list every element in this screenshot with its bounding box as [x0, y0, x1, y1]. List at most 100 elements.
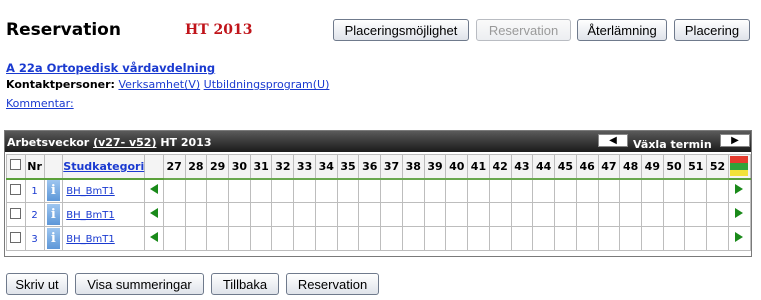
- week-cell[interactable]: [445, 178, 469, 203]
- arrow-right-icon[interactable]: [735, 232, 744, 242]
- row-nr-link[interactable]: 2: [31, 210, 37, 221]
- week-cell[interactable]: [184, 178, 208, 203]
- week-cell[interactable]: [423, 178, 447, 203]
- row-category-link[interactable]: BH_BmT1: [66, 186, 114, 197]
- week-cell[interactable]: [510, 178, 534, 203]
- week-cell[interactable]: [380, 202, 403, 227]
- week-cell[interactable]: [532, 226, 556, 251]
- week-cell[interactable]: [358, 178, 382, 203]
- week-cell[interactable]: [575, 178, 599, 203]
- category-sort-link[interactable]: Studkategori: [63, 160, 144, 173]
- week-cell[interactable]: [684, 178, 708, 203]
- week-cell[interactable]: [467, 226, 490, 251]
- week-cell[interactable]: [162, 178, 186, 203]
- week-cell[interactable]: [184, 226, 208, 251]
- unit-link[interactable]: A 22a Ortopedisk vårdavdelning: [6, 61, 215, 75]
- week-cell[interactable]: [249, 202, 273, 227]
- week-cell[interactable]: [575, 226, 599, 251]
- row-checkbox[interactable]: [10, 231, 22, 243]
- week-cell[interactable]: [597, 226, 621, 251]
- week-cell[interactable]: [206, 202, 230, 227]
- week-cell[interactable]: [423, 202, 447, 227]
- week-cell[interactable]: [184, 202, 208, 227]
- reservation-button[interactable]: Reservation: [286, 273, 379, 295]
- week-cell[interactable]: [597, 202, 621, 227]
- arrow-right-icon[interactable]: [735, 208, 744, 218]
- week-cell[interactable]: [640, 178, 664, 203]
- week-cell[interactable]: [401, 178, 425, 203]
- print-button[interactable]: Skriv ut: [6, 273, 68, 295]
- week-cell[interactable]: [619, 202, 642, 227]
- week-cell[interactable]: [554, 178, 577, 203]
- week-cell[interactable]: [336, 226, 360, 251]
- week-cell[interactable]: [445, 202, 469, 227]
- row-category-link[interactable]: BH_BmT1: [66, 234, 114, 245]
- week-cell[interactable]: [706, 226, 729, 251]
- week-cell[interactable]: [271, 226, 295, 251]
- row-checkbox[interactable]: [10, 183, 22, 195]
- week-cell[interactable]: [314, 202, 338, 227]
- row-nr-link[interactable]: 1: [31, 186, 37, 197]
- week-cell[interactable]: [271, 178, 295, 203]
- arrow-left-icon[interactable]: [150, 232, 159, 242]
- row-category-link[interactable]: BH_BmT1: [66, 210, 114, 221]
- previous-term-button[interactable]: ◀: [598, 134, 628, 147]
- week-cell[interactable]: [401, 202, 425, 227]
- week-cell[interactable]: [228, 202, 251, 227]
- week-cell[interactable]: [271, 202, 295, 227]
- week-cell[interactable]: [575, 202, 599, 227]
- comment-link[interactable]: Kommentar:: [6, 97, 74, 110]
- week-cell[interactable]: [706, 178, 729, 203]
- arrow-right-icon[interactable]: [735, 184, 744, 195]
- week-cell[interactable]: [640, 202, 664, 227]
- week-cell[interactable]: [228, 226, 251, 251]
- week-cell[interactable]: [662, 202, 686, 227]
- contact-verksamhet-link[interactable]: Verksamhet(V): [118, 78, 200, 91]
- week-cell[interactable]: [293, 178, 316, 203]
- week-cell[interactable]: [467, 202, 490, 227]
- aterlamning-button[interactable]: Återlämning: [577, 19, 667, 41]
- week-cell[interactable]: [423, 226, 447, 251]
- week-cell[interactable]: [162, 226, 186, 251]
- week-cell[interactable]: [510, 202, 534, 227]
- week-cell[interactable]: [554, 226, 577, 251]
- week-cell[interactable]: [249, 178, 273, 203]
- week-cell[interactable]: [640, 226, 664, 251]
- week-cell[interactable]: [380, 226, 403, 251]
- week-cell[interactable]: [206, 178, 230, 203]
- contact-utbildningsprogram-link[interactable]: Utbildningsprogram(U): [204, 78, 330, 91]
- select-all-checkbox[interactable]: [10, 159, 22, 171]
- week-cell[interactable]: [488, 202, 512, 227]
- week-cell[interactable]: [314, 178, 338, 203]
- week-cell[interactable]: [358, 202, 382, 227]
- arrow-left-icon[interactable]: [150, 184, 159, 195]
- week-cell[interactable]: [445, 226, 469, 251]
- week-cell[interactable]: [554, 202, 577, 227]
- show-summaries-button[interactable]: Visa summeringar: [75, 273, 204, 295]
- week-cell[interactable]: [336, 178, 360, 203]
- next-term-button[interactable]: ▶: [720, 134, 750, 147]
- week-cell[interactable]: [488, 226, 512, 251]
- week-cell[interactable]: [467, 178, 490, 203]
- week-cell[interactable]: [684, 202, 708, 227]
- info-icon[interactable]: i: [46, 228, 60, 249]
- week-cell[interactable]: [206, 226, 230, 251]
- week-cell[interactable]: [293, 226, 316, 251]
- placering-button[interactable]: Placering: [674, 19, 750, 41]
- info-icon[interactable]: i: [46, 180, 60, 202]
- arrow-left-icon[interactable]: [150, 208, 159, 218]
- week-cell[interactable]: [249, 226, 273, 251]
- week-cell[interactable]: [380, 178, 403, 203]
- week-cell[interactable]: [662, 226, 686, 251]
- week-cell[interactable]: [488, 178, 512, 203]
- week-cell[interactable]: [684, 226, 708, 251]
- week-cell[interactable]: [314, 226, 338, 251]
- row-checkbox[interactable]: [10, 207, 22, 219]
- week-cell[interactable]: [293, 202, 316, 227]
- week-cell[interactable]: [228, 178, 251, 203]
- week-cell[interactable]: [706, 202, 729, 227]
- week-cell[interactable]: [662, 178, 686, 203]
- week-cell[interactable]: [336, 202, 360, 227]
- week-cell[interactable]: [510, 226, 534, 251]
- week-cell[interactable]: [532, 202, 556, 227]
